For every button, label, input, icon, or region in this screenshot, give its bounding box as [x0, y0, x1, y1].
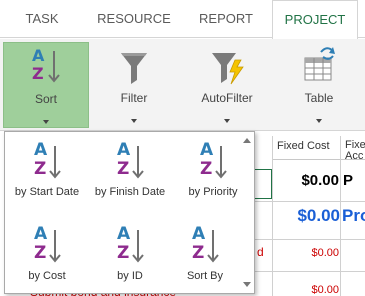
sort-az-icon: AZ	[34, 224, 64, 268]
chevron-down-icon	[316, 119, 322, 123]
sort-by-cost-item[interactable]: AZ by Cost	[7, 222, 87, 284]
sort-az-icon: A Z	[32, 46, 62, 87]
scroll-down-arrow-icon[interactable]	[243, 282, 251, 287]
sort-item-label: by Priority	[188, 186, 238, 198]
chevron-down-icon	[43, 120, 49, 124]
tab-resource[interactable]: RESOURCE	[90, 0, 178, 38]
fixed-cost-cell-row4[interactable]: $0.00	[285, 284, 339, 296]
autofilter-funnel-icon	[212, 53, 244, 85]
fixed-cost-cell-row3[interactable]: $0.00	[285, 247, 339, 259]
accrual-cell-row2[interactable]: Pro	[342, 206, 365, 226]
sort-by-priority-item[interactable]: AZ by Priority	[173, 138, 253, 200]
chevron-down-icon	[224, 119, 230, 123]
chevron-down-icon	[131, 119, 137, 123]
scroll-up-arrow-icon[interactable]	[243, 138, 251, 143]
task-name-fragment-row3: d	[257, 245, 264, 259]
fixed-cost-cell-row1[interactable]: $0.00	[285, 172, 339, 189]
sort-by-id-item[interactable]: AZ by ID	[90, 222, 170, 284]
filter-funnel-icon	[121, 53, 147, 84]
sort-by-finish-date-item[interactable]: AZ by Finish Date	[85, 138, 175, 200]
sort-az-icon: AZ	[117, 140, 147, 184]
table-label: Table	[304, 91, 334, 105]
sort-item-label: by Cost	[28, 270, 66, 282]
accrual-cell-row1[interactable]: P	[343, 172, 353, 189]
selected-cell-border	[255, 169, 272, 199]
autofilter-button[interactable]: AutoFilter	[182, 42, 272, 128]
sort-by-start-date-item[interactable]: AZ by Start Date	[7, 138, 87, 200]
sort-item-label: Sort By	[186, 270, 224, 282]
filter-button[interactable]: Filter	[94, 42, 174, 128]
ribbon-tabs: TASK RESOURCE REPORT PROJECT	[0, 0, 365, 39]
column-header-fixed-accrual[interactable]: Fixe Acc	[340, 136, 365, 162]
column-header-fixed-accrual-line2: Acc	[345, 150, 364, 162]
sort-az-icon: AZ	[117, 224, 147, 268]
tab-task[interactable]: TASK	[0, 0, 84, 38]
filter-label: Filter	[120, 91, 148, 105]
fixed-cost-cell-row2[interactable]: $0.00	[270, 206, 340, 226]
sort-az-icon: AZ	[192, 224, 222, 268]
sort-item-label: by Start Date	[14, 186, 80, 198]
sort-item-label: by Finish Date	[94, 186, 166, 198]
column-header-fixed-cost[interactable]: Fixed Cost	[272, 136, 340, 160]
sort-dropdown-menu: AZ by Start Date AZ by Finish Date AZ by…	[4, 131, 255, 294]
sort-button[interactable]: A Z Sort	[3, 42, 89, 128]
tab-report[interactable]: REPORT	[184, 0, 268, 38]
tab-project[interactable]: PROJECT	[272, 0, 358, 39]
sort-az-icon: AZ	[34, 140, 64, 184]
sort-item-label: by ID	[117, 270, 143, 282]
ribbon-panel: A Z Sort Filter AutoFilter Table	[0, 39, 365, 131]
autofilter-label: AutoFilter	[201, 91, 253, 105]
sort-by-dialog-item[interactable]: AZ Sort By	[165, 222, 245, 284]
table-button[interactable]: Table	[278, 42, 360, 128]
table-grid-icon	[304, 47, 335, 81]
sort-az-icon: AZ	[200, 140, 230, 184]
sort-label: Sort	[34, 92, 57, 106]
